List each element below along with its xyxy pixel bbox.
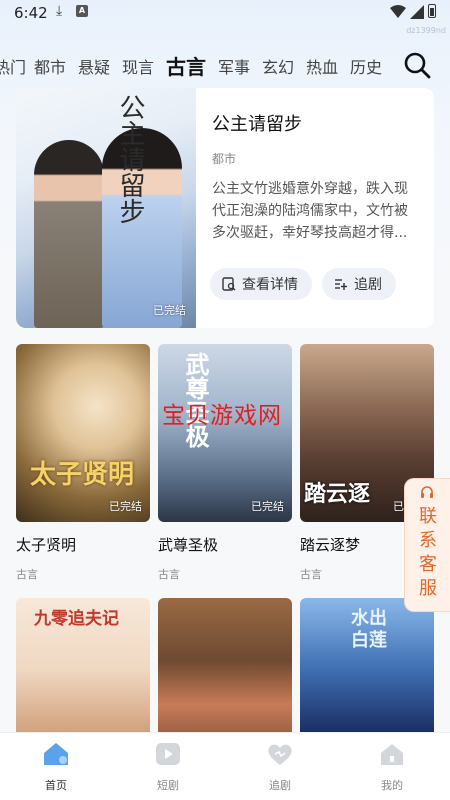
- drama-title: 武尊圣极: [158, 536, 219, 554]
- featured-poster[interactable]: 公主请留步 已完结: [16, 88, 196, 328]
- customer-service-button[interactable]: 联系客服: [404, 478, 450, 612]
- tab-urban[interactable]: 都市: [34, 54, 66, 78]
- signal-icon: [410, 5, 424, 19]
- view-details-button[interactable]: 查看详情: [210, 268, 312, 300]
- drama-genre: 古言: [158, 568, 180, 581]
- nav-home[interactable]: 首页: [26, 741, 86, 793]
- profile-icon: [381, 744, 403, 765]
- completed-badge: 已完结: [251, 500, 284, 513]
- poster-title-art: 水出白莲: [351, 608, 387, 651]
- bottom-nav: 首页 短剧 追剧 我的: [0, 732, 450, 800]
- tab-ancient-romance[interactable]: 古言: [166, 51, 206, 80]
- home-icon: [44, 743, 68, 765]
- drama-genre: 古言: [300, 568, 322, 581]
- completed-badge: 已完结: [109, 500, 142, 513]
- poster-title-art: 太子贤明: [30, 460, 135, 490]
- nav-follow[interactable]: 追剧: [250, 741, 310, 793]
- featured-description: 公主文竹逃婚意外穿越，跌入现代正泡澡的陆鸿儒家中，文竹被多次驱赶，幸好琴技高超才…: [212, 181, 408, 241]
- category-tabs: 热门 都市 悬疑 现言 古言 军事 玄幻 热血 历史: [0, 50, 400, 82]
- view-details-label: 查看详情: [242, 277, 298, 293]
- poster-title-art: 九零追夫记: [34, 609, 119, 629]
- nav-short-drama[interactable]: 短剧: [138, 741, 198, 793]
- search-icon[interactable]: [402, 50, 432, 80]
- featured-card[interactable]: 公主请留步 已完结 公主请留步 都市 公主文竹逃婚意外穿越，跌入现代正泡澡的陆鸿…: [16, 88, 434, 328]
- wifi-icon: [390, 5, 406, 18]
- drama-title: 踏云逐梦: [300, 536, 361, 554]
- details-icon: [222, 277, 236, 291]
- add-list-icon: [335, 279, 347, 290]
- nav-profile-label: 我的: [381, 779, 403, 792]
- follow-button[interactable]: 追剧: [322, 268, 396, 300]
- featured-title: 公主请留步: [212, 114, 302, 135]
- tab-suspense[interactable]: 悬疑: [78, 54, 110, 78]
- nav-follow-label: 追剧: [269, 779, 291, 792]
- drama-genre: 古言: [16, 568, 38, 581]
- tab-history[interactable]: 历史: [350, 54, 382, 78]
- tab-action[interactable]: 热血: [306, 54, 338, 78]
- nav-profile[interactable]: 我的: [362, 741, 422, 793]
- drama-poster[interactable]: 太子贤明 已完结: [16, 344, 150, 522]
- drama-title: 太子贤明: [16, 536, 77, 554]
- customer-service-label: 联系客服: [419, 506, 437, 599]
- drama-card[interactable]: 太子贤明 已完结 太子贤明 古言: [16, 344, 150, 581]
- battery-icon: [428, 4, 436, 18]
- drama-poster[interactable]: 武尊圣极 已完结: [158, 344, 292, 522]
- headset-icon: [421, 486, 433, 498]
- status-time: 6:42: [14, 4, 48, 22]
- status-bar: 6:42 ⤓ A: [0, 0, 450, 26]
- download-icon: ⤓: [56, 3, 63, 19]
- site-watermark: 宝贝游戏网: [162, 403, 282, 429]
- play-icon: [156, 743, 180, 765]
- notification-a-icon: A: [76, 5, 88, 17]
- tab-hot[interactable]: 热门: [0, 54, 26, 78]
- follow-label: 追剧: [354, 277, 382, 293]
- drama-card[interactable]: 武尊圣极 已完结 武尊圣极 古言: [158, 344, 292, 581]
- nav-short-drama-label: 短剧: [157, 779, 179, 792]
- tab-modern-romance[interactable]: 现言: [122, 54, 154, 78]
- poster-calligraphy: 公主请留步: [115, 94, 145, 224]
- featured-genre: 都市: [212, 152, 237, 166]
- completed-badge: 已完结: [153, 304, 186, 317]
- heart-icon: [268, 744, 292, 765]
- tab-military[interactable]: 军事: [218, 54, 250, 78]
- corner-id: dz1399nd: [406, 26, 446, 35]
- tab-fantasy[interactable]: 玄幻: [262, 54, 294, 78]
- nav-home-label: 首页: [45, 779, 67, 792]
- poster-title-art: 踏云逐: [304, 481, 371, 507]
